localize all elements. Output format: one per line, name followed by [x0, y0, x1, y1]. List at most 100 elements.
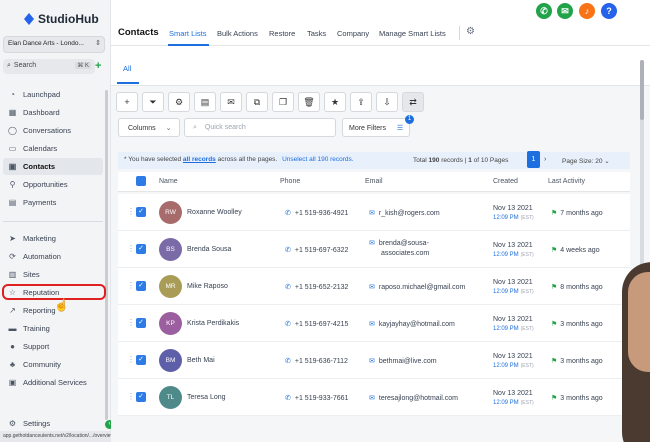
drag-handle-icon[interactable]: ⋮	[127, 318, 135, 327]
column-header-created[interactable]: Created	[493, 178, 518, 185]
contact-email[interactable]: ✉ kayjayhay@hotmail.com	[369, 320, 489, 340]
tab-bulk-actions[interactable]: Bulk Actions	[217, 29, 258, 38]
megaphone-icon[interactable]: ✉	[557, 3, 573, 19]
contact-email[interactable]: ✉ r_kish@rogers.com	[369, 209, 489, 229]
contact-email[interactable]: ✉ brenda@sousa-associates.com	[369, 239, 489, 259]
row-checkbox[interactable]: ✓	[136, 318, 146, 328]
contact-email[interactable]: ✉ teresajlong@hotmail.com	[369, 394, 489, 414]
sidebar-item-conversations[interactable]: ◯ Conversations	[3, 122, 103, 139]
flag-icon: ⚑	[551, 321, 558, 328]
message-button[interactable]: ▤	[194, 92, 216, 112]
tab-restore[interactable]: Restore	[269, 29, 295, 38]
row-checkbox[interactable]: ✓	[136, 355, 146, 365]
logo[interactable]: StudioHub	[24, 10, 99, 28]
contact-phone[interactable]: ✆ +1 519-697-4215	[285, 320, 348, 328]
row-checkbox[interactable]: ✓	[136, 281, 146, 291]
contact-name[interactable]: Beth Mai	[187, 357, 215, 364]
sidebar-item-dashboard[interactable]: ▦ Dashboard	[3, 104, 103, 121]
contact-name[interactable]: Brenda Sousa	[187, 246, 231, 253]
help-icon[interactable]: ?	[601, 3, 617, 19]
column-header-name[interactable]: Name	[159, 178, 178, 185]
drag-handle-icon[interactable]: ⋮	[127, 207, 135, 216]
row-checkbox[interactable]: ✓	[136, 244, 146, 254]
phone-icon[interactable]: ✆	[536, 3, 552, 19]
sidebar-item-calendars[interactable]: ▭ Calendars	[3, 140, 103, 157]
sidebar-search[interactable]: ⌕ Search ⌘ K	[3, 59, 95, 74]
export-button[interactable]: ⇪	[350, 92, 372, 112]
columns-button[interactable]: Columns ⌄	[118, 118, 180, 137]
plus-button[interactable]: +	[116, 92, 138, 112]
table-row[interactable]: ⋮ ✓ RW Roxanne Woolley ✆ +1 519-936-4921 ✉ r_ki…	[118, 194, 630, 231]
quick-search-input[interactable]: ⌕ Quick search	[184, 118, 336, 137]
unselect-all-link[interactable]: Unselect all 190 records.	[282, 156, 354, 163]
sidebar-item-reporting[interactable]: ↗ Reporting	[3, 302, 103, 319]
column-header-phone[interactable]: Phone	[280, 178, 300, 185]
sidebar-item-automation[interactable]: ⟳ Automation	[3, 248, 103, 265]
bell-icon[interactable]: ♪	[579, 3, 595, 19]
contact-phone[interactable]: ✆ +1 519-697-6322	[285, 246, 348, 254]
sidebar-item-launchpad[interactable]: ◔ Launchpad	[3, 86, 103, 103]
merge-button[interactable]: ⇄	[402, 92, 424, 112]
page-1-button[interactable]: 1	[527, 151, 540, 168]
tab-company[interactable]: Company	[337, 29, 369, 38]
sidebar-item-settings[interactable]: ⚙ Settings	[3, 415, 103, 432]
email-button[interactable]: ✉	[220, 92, 242, 112]
robot-button[interactable]: ⚙	[168, 92, 190, 112]
table-row[interactable]: ⋮ ✓ MR Mike Raposo ✆ +1 519-652-2132 ✉ raposo.m…	[118, 268, 630, 305]
filter-button[interactable]: ⏷	[142, 92, 164, 112]
contact-phone[interactable]: ✆ +1 519-636-7112	[285, 357, 348, 365]
timezone: (EST)	[520, 215, 534, 221]
search-icon: ⌕	[7, 62, 11, 69]
drag-handle-icon[interactable]: ⋮	[127, 244, 135, 253]
row-checkbox[interactable]: ✓	[136, 392, 146, 402]
contact-phone[interactable]: ✆ +1 519-652-2132	[285, 283, 348, 291]
sidebar-item-additional-services[interactable]: ▣ Additional Services	[3, 374, 103, 391]
drag-handle-icon[interactable]: ⋮	[127, 355, 135, 364]
select-all-checkbox[interactable]	[136, 176, 146, 186]
star-button[interactable]: ★	[324, 92, 346, 112]
copy-button[interactable]: ⧉	[246, 92, 268, 112]
last-activity: ⚑ 7 months ago	[551, 209, 603, 217]
contact-email[interactable]: ✉ bethmai@live.com	[369, 357, 489, 377]
account-switcher[interactable]: Elan Dance Arts - Londo... ⇕	[3, 36, 105, 53]
contact-name[interactable]: Teresa Long	[187, 394, 226, 401]
contact-phone[interactable]: ✆ +1 519-936-4921	[285, 209, 348, 217]
trash-button[interactable]: 🗑	[298, 92, 320, 112]
contact-name[interactable]: Roxanne Woolley	[187, 209, 242, 216]
sidebar-item-opportunities[interactable]: ⚲ Opportunities	[3, 176, 103, 193]
main-scrollbar-thumb[interactable]	[640, 60, 644, 120]
sidebar-item-training[interactable]: ▬ Training	[3, 320, 103, 337]
settings-gear-icon[interactable]: ⚙	[459, 26, 475, 40]
row-checkbox[interactable]: ✓	[136, 207, 146, 217]
contact-name[interactable]: Krista Perdikakis	[187, 320, 239, 327]
table-row[interactable]: ⋮ ✓ KP Krista Perdikakis ✆ +1 519-697-4215 ✉ ka…	[118, 305, 630, 342]
clipboard-button[interactable]: ❐	[272, 92, 294, 112]
tab-manage-smart-lists[interactable]: Manage Smart Lists	[379, 29, 446, 38]
next-page-icon[interactable]: ›	[544, 156, 546, 163]
contact-name[interactable]: Mike Raposo	[187, 283, 228, 290]
quick-add-icon[interactable]: +	[95, 60, 105, 72]
tab-tasks[interactable]: Tasks	[307, 29, 326, 38]
page-size-select[interactable]: Page Size: 20 ⌄	[562, 157, 610, 165]
table-row[interactable]: ⋮ ✓ BM Beth Mai ✆ +1 519-636-7112 ✉ bethmai@liv…	[118, 342, 630, 379]
sidebar-item-contacts[interactable]: ▣ Contacts	[3, 158, 103, 175]
column-header-email[interactable]: Email	[365, 178, 383, 185]
contact-email[interactable]: ✉ raposo.michael@gmail.com	[369, 283, 489, 303]
sidebar-item-sites[interactable]: ▥ Sites	[3, 266, 103, 283]
drag-handle-icon[interactable]: ⋮	[127, 281, 135, 290]
table-row[interactable]: ⋮ ✓ BS Brenda Sousa ✆ +1 519-697-6322 ✉ brenda@…	[118, 231, 630, 268]
contact-phone[interactable]: ✆ +1 519-933-7661	[285, 394, 348, 402]
sidebar-item-payments[interactable]: ▤ Payments	[3, 194, 103, 211]
sidebar-item-support[interactable]: ● Support	[3, 338, 103, 355]
sidebar-scrollbar[interactable]	[105, 90, 108, 420]
tab-all[interactable]: All	[123, 64, 131, 73]
sidebar-item-community[interactable]: ♣ Community	[3, 356, 103, 373]
sidebar-item-marketing[interactable]: ➤ Marketing	[3, 230, 103, 247]
drag-handle-icon[interactable]: ⋮	[127, 392, 135, 401]
tab-smart-lists[interactable]: Smart Lists	[169, 29, 207, 38]
table-row[interactable]: ⋮ ✓ TL Teresa Long ✆ +1 519-933-7661 ✉ teresajl…	[118, 379, 630, 416]
more-filters-button[interactable]: More Filters ☰	[342, 118, 410, 137]
column-header-last-activity[interactable]: Last Activity	[548, 178, 585, 185]
import-button[interactable]: ⇩	[376, 92, 398, 112]
phone-text: +1 519-697-6322	[294, 247, 349, 254]
